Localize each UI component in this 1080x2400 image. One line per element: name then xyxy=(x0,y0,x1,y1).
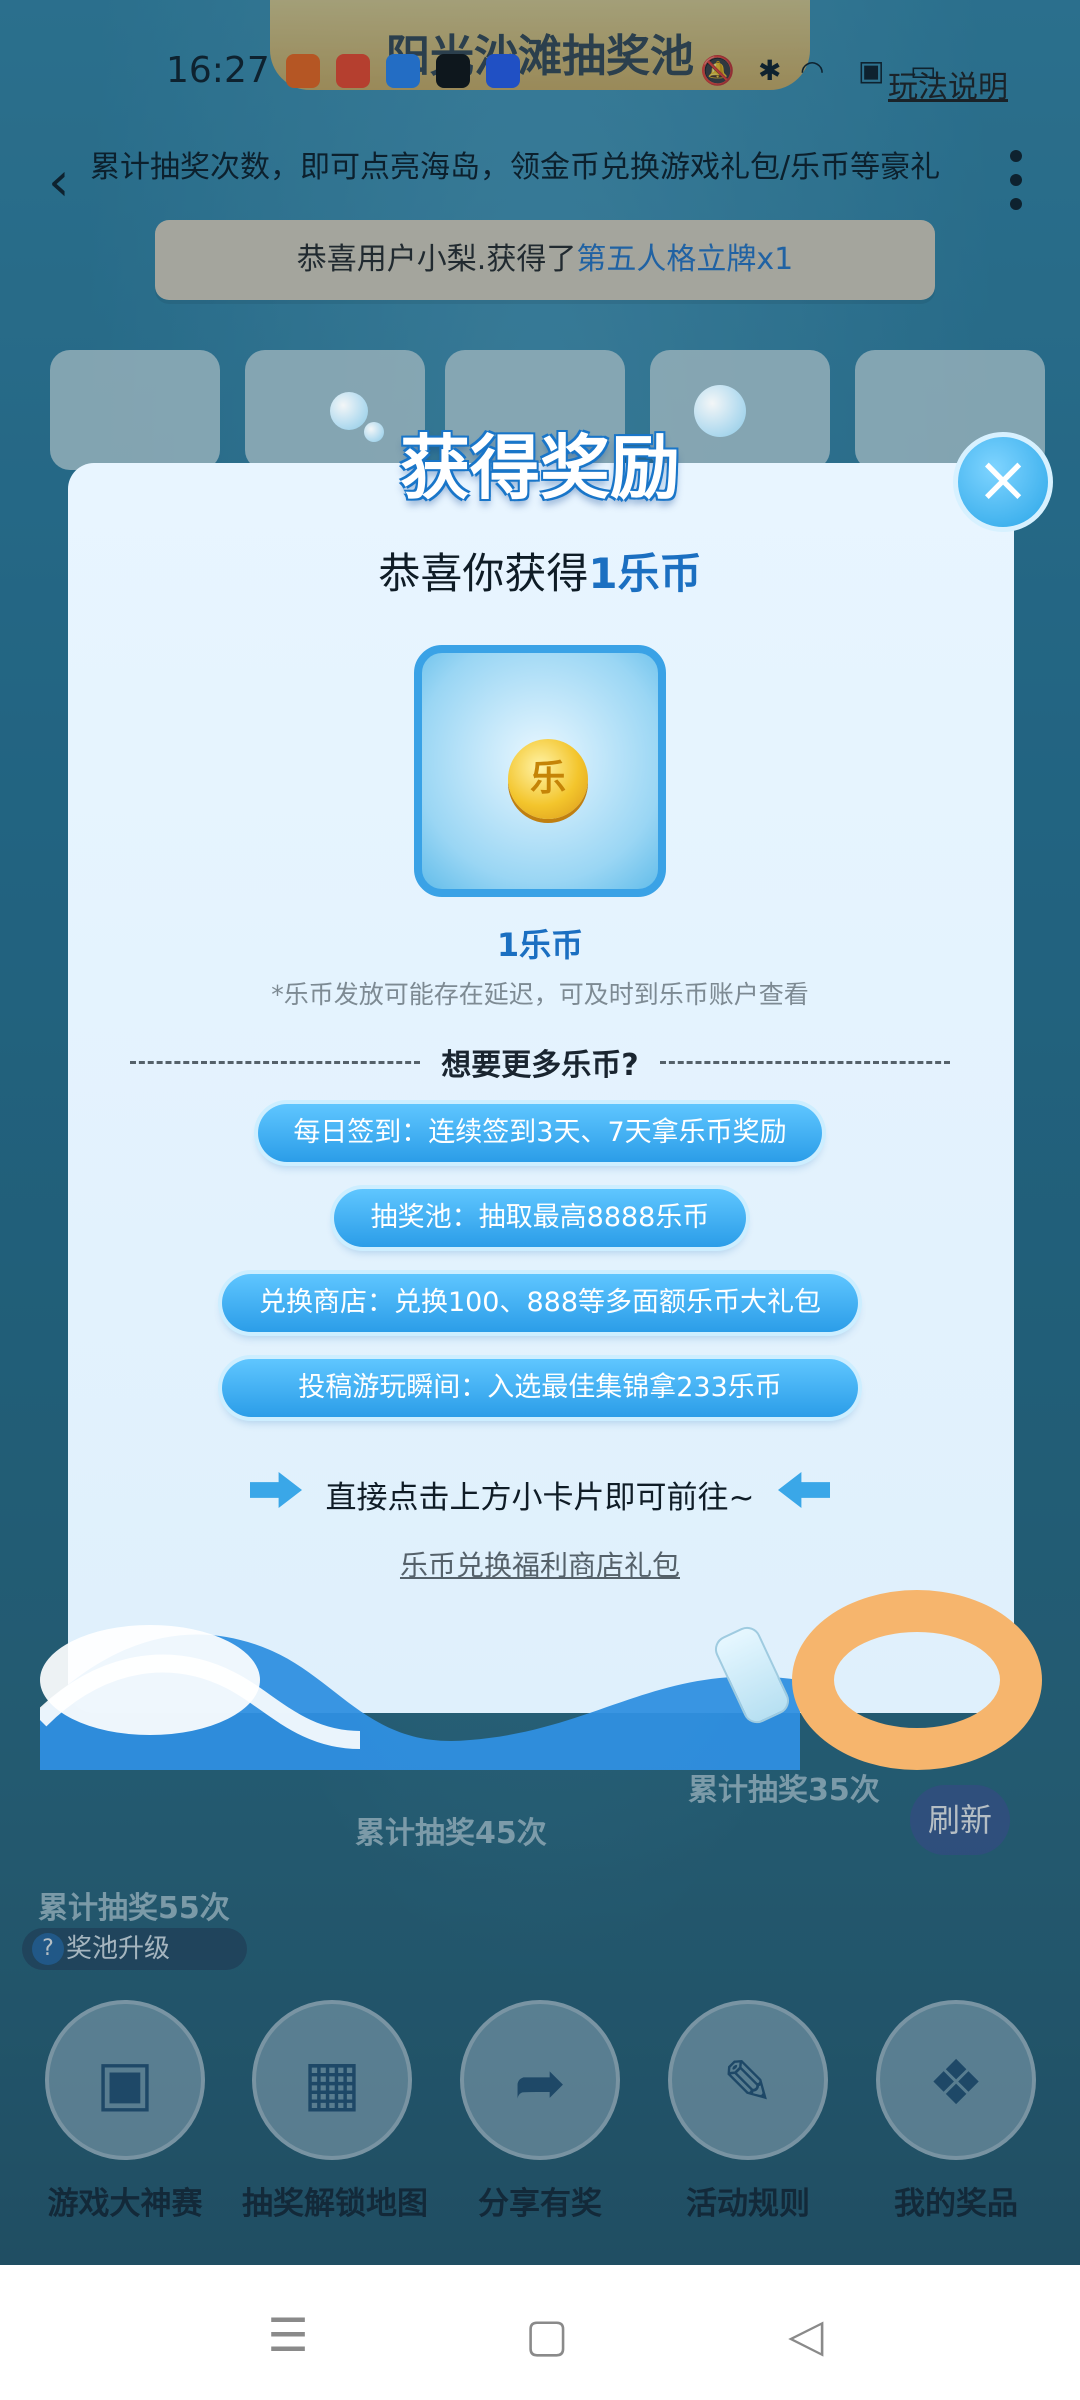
system-nav-bar: ☰ ▢ ◁ xyxy=(0,2265,1080,2400)
exchange-shop-pill[interactable]: 兑换商店：兑换100、888等多面额乐币大礼包 xyxy=(222,1274,858,1332)
home-icon[interactable]: ▢ xyxy=(517,2305,577,2365)
daily-checkin-pill[interactable]: 每日签到：连续签到3天、7天拿乐币奖励 xyxy=(258,1104,822,1162)
lottery-pool-pill[interactable]: 抽奖池：抽取最高8888乐币 xyxy=(334,1189,746,1247)
reward-note: *乐币发放可能存在延迟，可及时到乐币账户查看 xyxy=(271,980,809,1009)
congrats-prefix: 恭喜你获得 xyxy=(378,549,589,598)
congrats-text: 恭喜你获得1乐币 xyxy=(0,540,1080,601)
dialog-title: 获得奖励 xyxy=(400,427,680,509)
menu-icon[interactable]: ☰ xyxy=(258,2305,318,2365)
swim-ring-decoration xyxy=(792,1590,1042,1770)
coin-icon: 乐 xyxy=(508,739,588,819)
close-icon[interactable]: × xyxy=(953,432,1053,532)
submit-moment-pill[interactable]: 投稿游玩瞬间：入选最佳集锦拿233乐币 xyxy=(222,1359,858,1417)
reward-item-box: 乐 xyxy=(414,645,666,897)
back-icon[interactable]: ◁ xyxy=(776,2305,836,2365)
coin-shop-link[interactable]: 乐币兑换福利商店礼包 xyxy=(0,1544,1080,1584)
congrats-amount: 1乐币 xyxy=(588,549,702,598)
reward-label: 1乐币 xyxy=(496,926,584,964)
more-coins-heading: 想要更多乐币? xyxy=(441,1048,639,1083)
hint-text: 直接点击上方小卡片即可前往~ xyxy=(325,1480,755,1516)
